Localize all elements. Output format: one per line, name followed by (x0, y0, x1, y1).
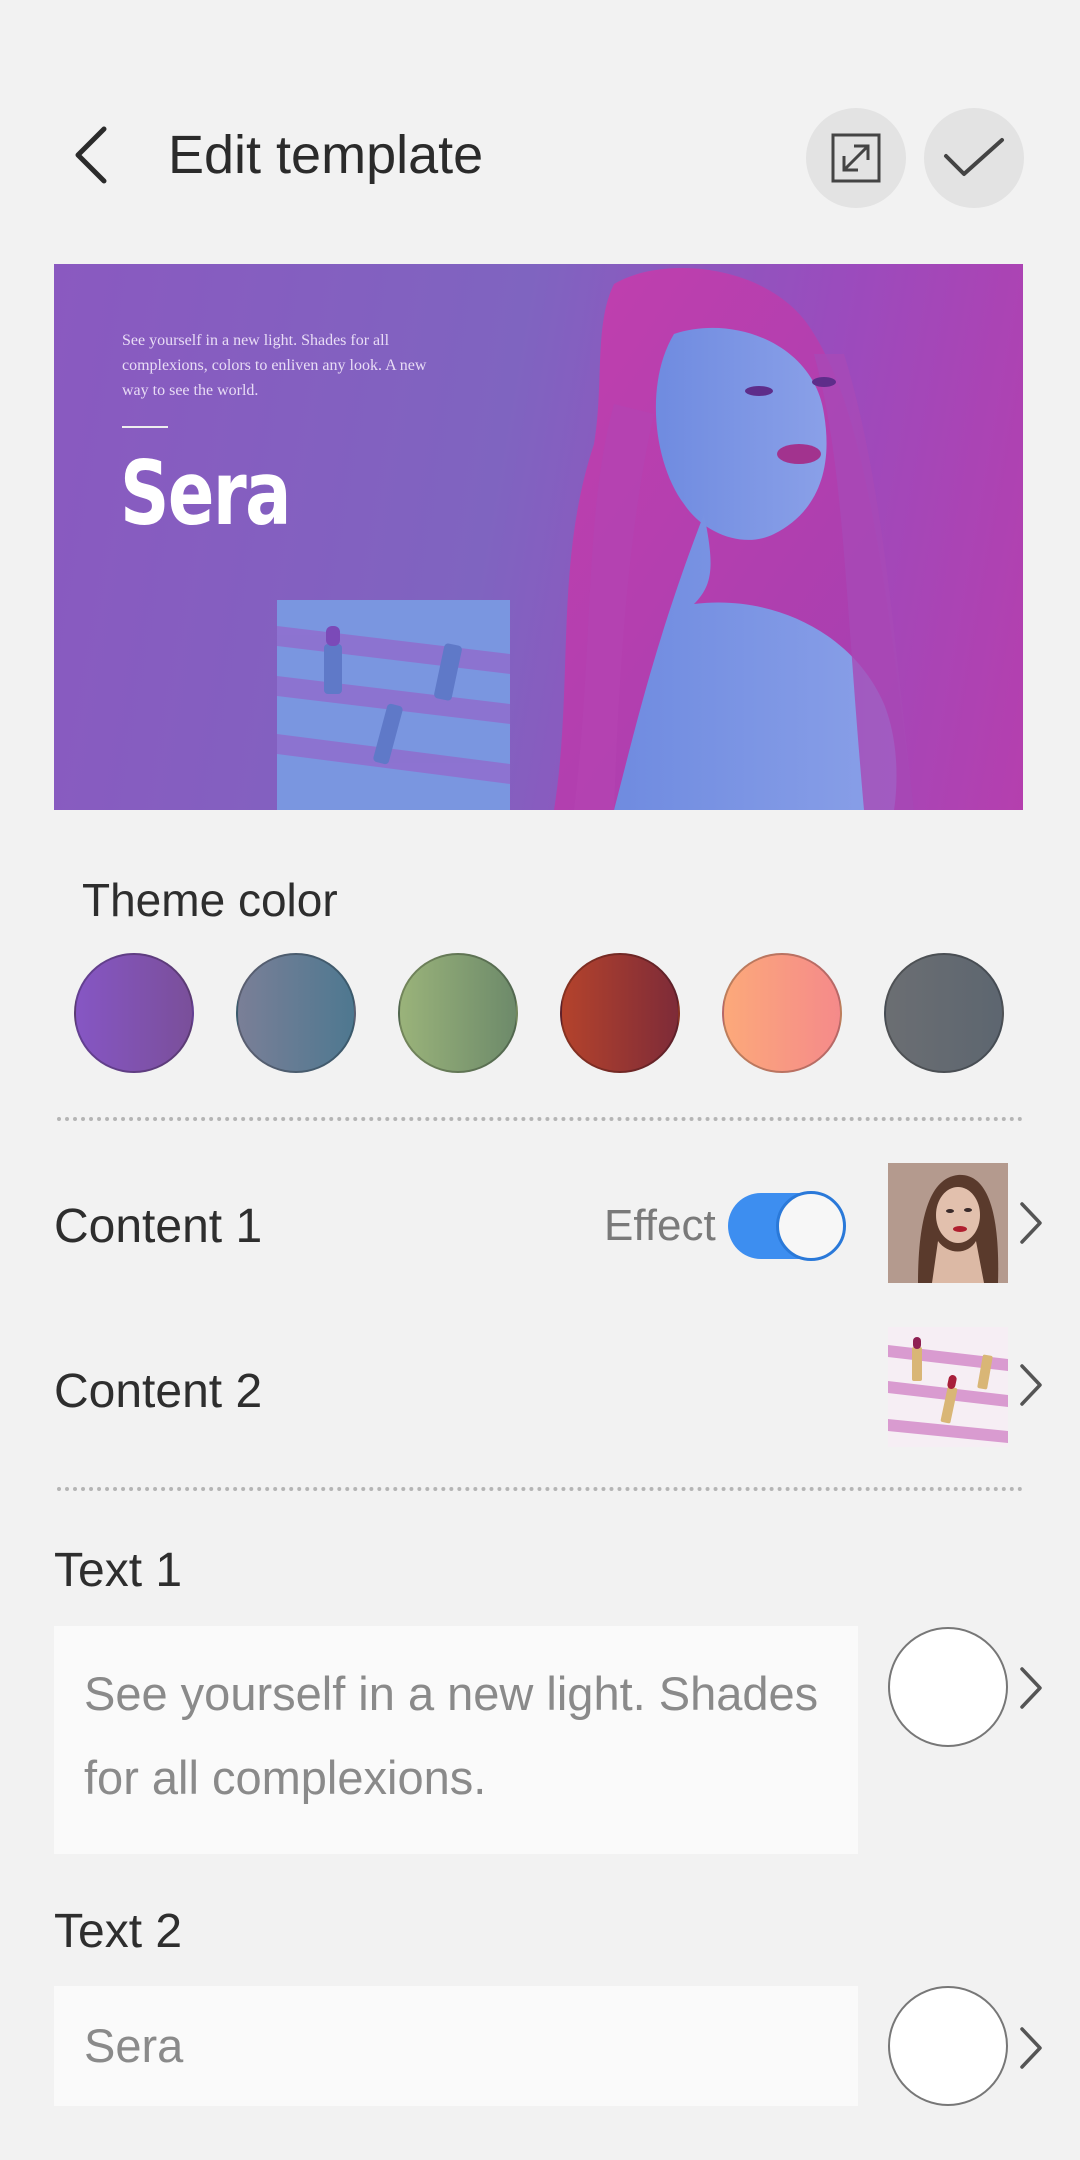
content-1-label: Content 1 (54, 1200, 263, 1253)
header: Edit template (0, 0, 1080, 250)
theme-swatch[interactable] (74, 953, 194, 1073)
chevron-right-icon[interactable] (1016, 1360, 1046, 1410)
text-2-color-picker[interactable] (888, 1986, 1008, 2106)
theme-swatches (74, 953, 1014, 1073)
page-title: Edit template (168, 125, 484, 185)
confirm-button[interactable] (924, 108, 1024, 208)
theme-swatch[interactable] (560, 953, 680, 1073)
edit-template-screen: Edit template See yourself in a new ligh… (0, 0, 1080, 2160)
chevron-left-icon (75, 126, 107, 184)
divider (57, 1487, 1023, 1491)
theme-swatch[interactable] (722, 953, 842, 1073)
text-1-input[interactable]: See yourself in a new light. Shades for … (54, 1626, 858, 1854)
chevron-right-icon[interactable] (1016, 1663, 1046, 1713)
theme-swatch[interactable] (398, 953, 518, 1073)
content-2-thumbnail[interactable] (888, 1327, 1008, 1447)
text-1-color-picker[interactable] (888, 1627, 1008, 1747)
theme-swatch[interactable] (884, 953, 1004, 1073)
preview-divider (122, 426, 168, 428)
portrait-thumbnail (888, 1163, 1008, 1283)
preview-tagline: See yourself in a new light. Shades for … (122, 332, 427, 399)
lipstick-thumbnail (888, 1327, 1008, 1447)
text-2-label: Text 2 (54, 1905, 183, 1958)
content-1-thumbnail[interactable] (888, 1163, 1008, 1283)
toggle-knob (776, 1191, 846, 1261)
back-button[interactable] (62, 120, 122, 190)
theme-swatch[interactable] (236, 953, 356, 1073)
check-icon (944, 138, 1004, 176)
fullscreen-button[interactable] (806, 108, 906, 208)
text-2-input[interactable]: Sera (54, 1986, 858, 2106)
effect-toggle[interactable] (728, 1191, 846, 1261)
text-1-label: Text 1 (54, 1544, 183, 1597)
divider (57, 1117, 1023, 1121)
preview-brand: Sera (120, 442, 291, 545)
template-preview[interactable]: See yourself in a new light. Shades for … (54, 264, 1023, 810)
chevron-right-icon[interactable] (1016, 2023, 1046, 2073)
effect-label: Effect (604, 1201, 716, 1250)
theme-color-title: Theme color (82, 874, 338, 926)
expand-icon (831, 133, 881, 183)
chevron-right-icon[interactable] (1016, 1198, 1046, 1248)
content-2-label: Content 2 (54, 1365, 263, 1418)
